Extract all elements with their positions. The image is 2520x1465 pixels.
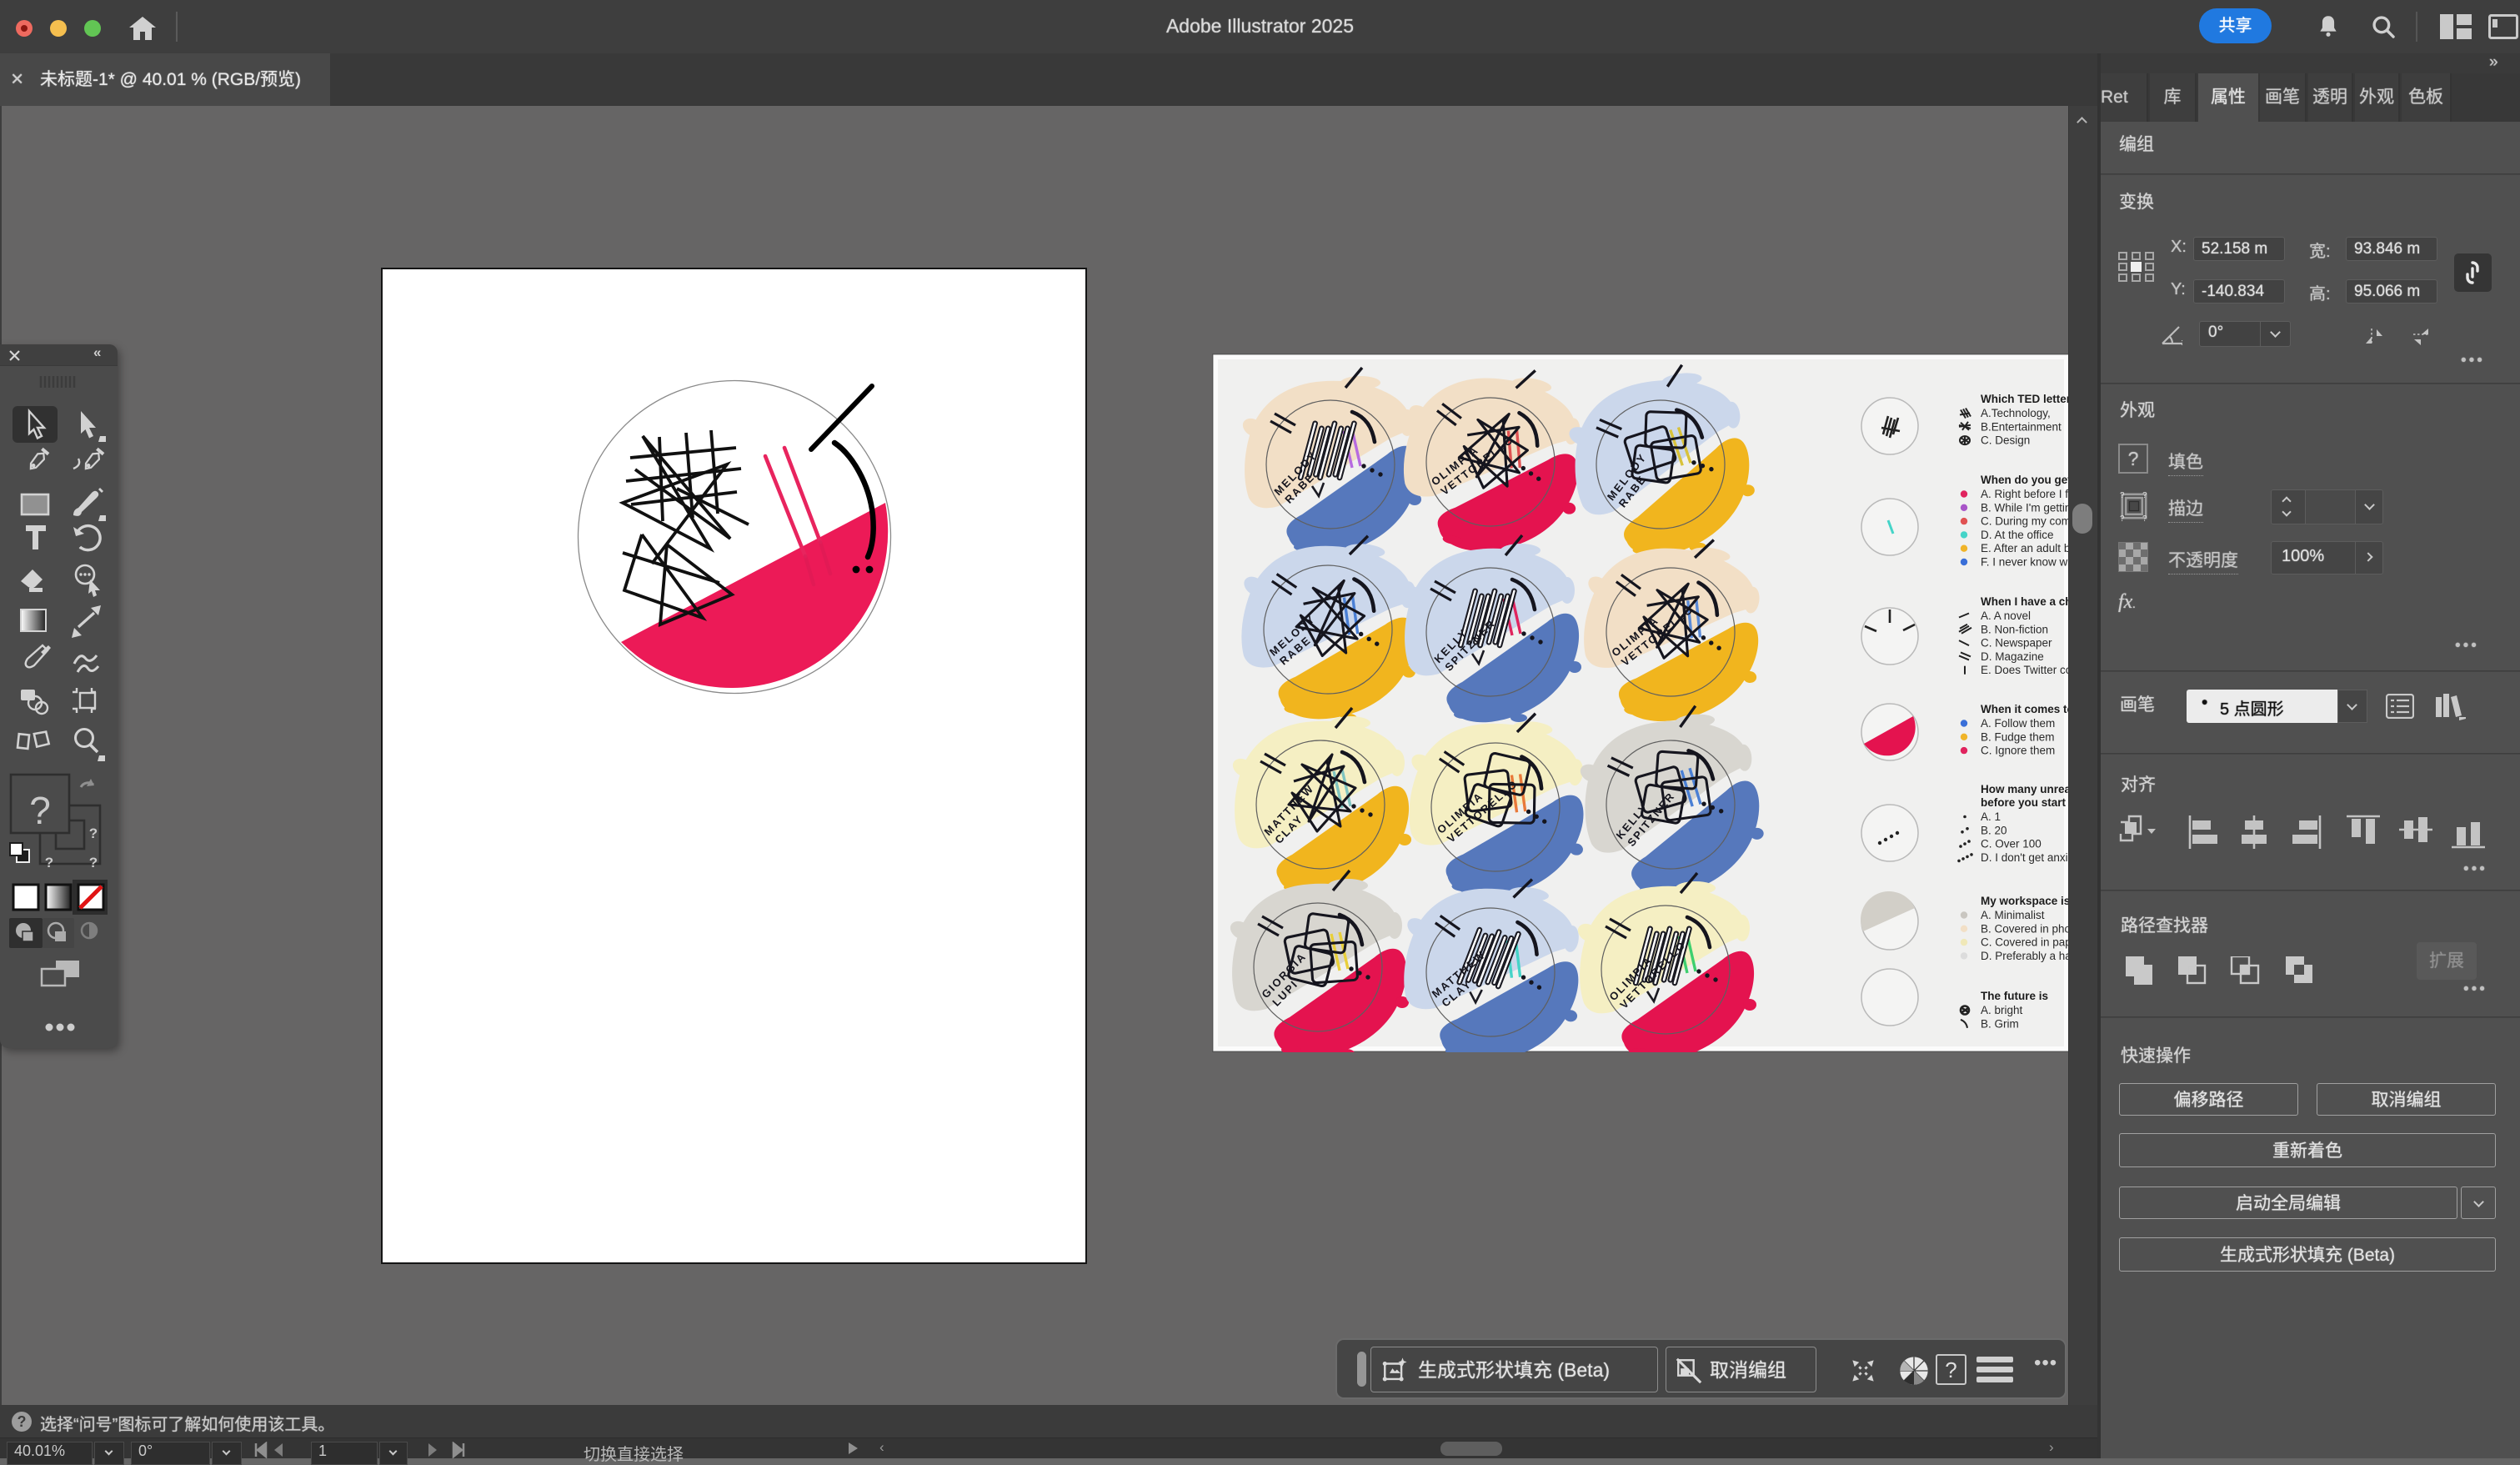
svg-text:A. Right before I fall a: A. Right before I fall a: [1981, 488, 2070, 500]
svg-text:B.Entertainment: B.Entertainment: [1981, 420, 2062, 433]
svg-text:C. Newspaper: C. Newspaper: [1981, 637, 2052, 650]
svg-text:?: ?: [89, 825, 98, 841]
svg-text:B. 20: B. 20: [1981, 824, 2007, 836]
svg-text:The future is: The future is: [1981, 990, 2048, 1002]
svg-text:C. During my commut: C. During my commut: [1981, 515, 2070, 528]
svg-text:B. While I'm getting re: B. While I'm getting re: [1981, 501, 2070, 514]
svg-text:C. Over 100: C. Over 100: [1981, 838, 2042, 850]
svg-text:My workspace is:: My workspace is:: [1981, 895, 2070, 907]
svg-text:A. Minimalist: A. Minimalist: [1981, 909, 2045, 921]
svg-text:?: ?: [2120, 514, 2125, 522]
svg-text:F. I never know when: F. I never know when: [1981, 556, 2070, 569]
svg-text:A. A novel: A. A novel: [1981, 610, 2031, 622]
svg-text:A. 1: A. 1: [1981, 810, 2001, 823]
svg-text:?: ?: [2142, 514, 2147, 522]
svg-text:?: ?: [2142, 491, 2147, 500]
svg-text:D. I don't get anxious: D. I don't get anxious: [1981, 851, 2070, 864]
svg-text:A. bright: A. bright: [1981, 1004, 2023, 1016]
svg-text:A. Follow them: A. Follow them: [1981, 717, 2055, 730]
svg-text:?: ?: [89, 855, 98, 870]
svg-text:C. Ignore them: C. Ignore them: [1981, 745, 2055, 757]
svg-text:?: ?: [45, 855, 53, 870]
svg-text::: :: [2181, 338, 2183, 345]
svg-text:C. Covered in papers: C. Covered in papers: [1981, 936, 2070, 949]
svg-text:?: ?: [2120, 491, 2125, 500]
svg-text:D. Preferably a hamm: D. Preferably a hamm: [1981, 950, 2070, 962]
svg-text:E. Does Twitter count: E. Does Twitter count: [1981, 664, 2070, 676]
svg-text:Which TED letter are: Which TED letter are: [1981, 393, 2070, 405]
svg-text:?: ?: [29, 789, 51, 832]
svg-text:When I have a chan: When I have a chan: [1981, 595, 2070, 608]
svg-text:before you start to f: before you start to f: [1981, 796, 2070, 809]
svg-text:When do you get yo: When do you get yo: [1981, 474, 2070, 486]
svg-text:A.Technology,: A.Technology,: [1981, 407, 2051, 419]
svg-text:D. At the office: D. At the office: [1981, 529, 2054, 541]
svg-text:B. Covered in photos: B. Covered in photos: [1981, 922, 2070, 935]
svg-text:E. After an adult beve: E. After an adult beve: [1981, 542, 2070, 554]
svg-text:B. Non-fiction: B. Non-fiction: [1981, 623, 2048, 635]
svg-text:When it comes to th: When it comes to th: [1981, 703, 2070, 715]
svg-text:D. Magazine: D. Magazine: [1981, 650, 2044, 663]
svg-text:B. Fudge them: B. Fudge them: [1981, 730, 2055, 743]
svg-text:How many unread e: How many unread e: [1981, 783, 2070, 795]
svg-text:C. Design: C. Design: [1981, 434, 2030, 447]
svg-text:B. Grim: B. Grim: [1981, 1017, 2019, 1030]
